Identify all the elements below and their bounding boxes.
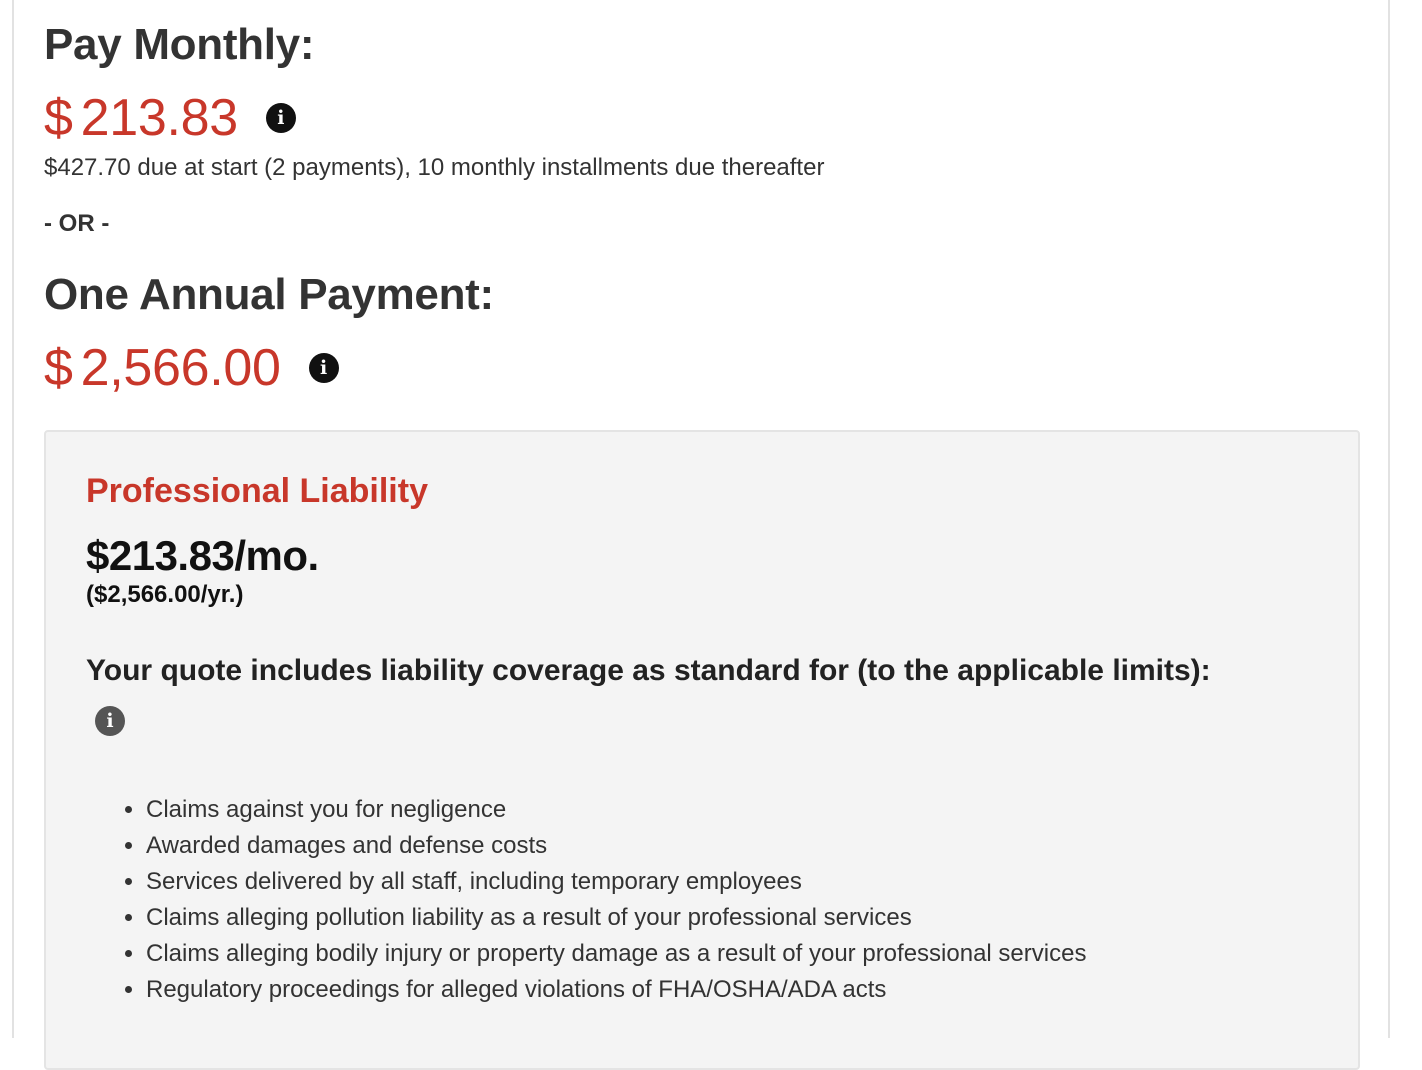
monthly-price: $213.83 [44, 92, 238, 144]
annual-payment-heading: One Annual Payment: [44, 270, 494, 319]
annual-price-amount: 2,566.00 [80, 339, 281, 397]
monthly-price-amount: 213.83 [80, 89, 239, 147]
list-item: Claims against you for negligence [146, 792, 1086, 828]
list-item: Regulatory proceedings for alleged viola… [146, 972, 1086, 1008]
list-item: Awarded damages and defense costs [146, 828, 1086, 864]
pay-monthly-heading: Pay Monthly: [44, 20, 315, 69]
info-circle-icon[interactable]: i [95, 706, 125, 736]
list-item: Claims alleging pollution liability as a… [146, 900, 1086, 936]
currency-symbol: $ [44, 339, 73, 397]
coverage-heading: Your quote includes liability coverage a… [86, 654, 1211, 687]
coverage-title: Professional Liability [86, 472, 428, 510]
annual-price: $2,566.00 [44, 342, 281, 394]
list-item: Claims alleging bodily injury or propert… [146, 936, 1086, 972]
coverage-monthly-price: $213.83/mo. [86, 532, 319, 579]
coverage-panel: Professional Liability $213.83/mo. ($2,5… [44, 430, 1360, 1070]
monthly-price-row: $213.83 i [44, 92, 296, 144]
annual-price-row: $2,566.00 i [44, 342, 339, 394]
list-item: Services delivered by all staff, includi… [146, 864, 1086, 900]
monthly-due-text: $427.70 due at start (2 payments), 10 mo… [44, 154, 825, 181]
info-circle-icon[interactable]: i [308, 353, 339, 383]
coverage-list: Claims against you for negligence Awarde… [106, 792, 1086, 1008]
coverage-yearly-price: ($2,566.00/yr.) [86, 581, 244, 608]
currency-symbol: $ [44, 89, 73, 147]
or-separator: - OR - [44, 210, 110, 237]
info-circle-icon[interactable]: i [265, 103, 296, 133]
